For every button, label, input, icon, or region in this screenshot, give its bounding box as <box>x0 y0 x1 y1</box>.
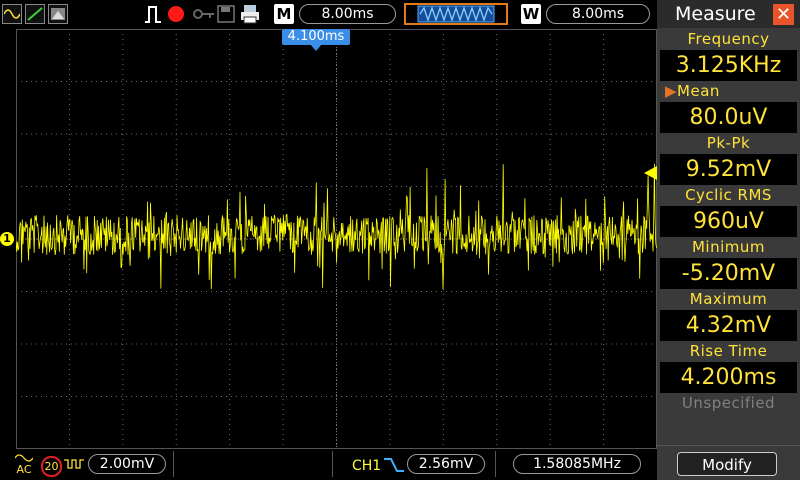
measure-value-mean[interactable]: 80.0uV <box>660 102 797 133</box>
ac-wave-icon <box>14 454 34 462</box>
mean-label-text: Mean <box>677 82 720 100</box>
measure-label-frequency: Frequency <box>687 30 770 48</box>
measure-value-pkpk[interactable]: 9.52mV <box>660 154 797 185</box>
close-icon[interactable]: ✕ <box>773 4 794 25</box>
top-toolbar: M 8.00ms W 8.00ms <box>0 0 657 29</box>
status-bar: AC 20 2.00mV CH1 2.56mV 1.58085MHz <box>0 449 657 480</box>
measure-label-mean: ▶Mean <box>665 82 800 100</box>
window-value[interactable]: 8.00ms <box>546 4 650 24</box>
key-icon <box>193 9 214 19</box>
bandwidth-limit-value: 20 <box>44 460 59 473</box>
scope-graticule <box>16 29 657 449</box>
trigger-level[interactable]: 2.56mV <box>407 454 485 474</box>
measure-value-maximum[interactable]: 4.32mV <box>660 310 797 341</box>
frequency-counter: 1.58085MHz <box>513 454 641 474</box>
pulse-icon[interactable] <box>144 4 162 24</box>
measure-value-minimum[interactable]: -5.20mV <box>660 258 797 289</box>
measure-label-minimum: Minimum <box>691 238 765 256</box>
divider <box>173 451 174 477</box>
bandwidth-limit-badge[interactable]: 20 <box>41 456 62 477</box>
measure-label-maximum: Maximum <box>689 290 768 308</box>
measure-value-rise-time[interactable]: 4.200ms <box>660 362 797 393</box>
measure-panel-header: Measure ✕ <box>657 0 800 28</box>
coupling-label: AC <box>16 463 32 476</box>
measure-label-cyclic-rms: Cyclic RMS <box>685 186 772 204</box>
trigger-arrow-icon <box>310 44 322 51</box>
invert-pulse-icon <box>64 459 84 469</box>
waveform-display[interactable]: 4.100ms <box>16 29 657 449</box>
timebase-label: M <box>274 4 294 24</box>
record-icon[interactable] <box>166 4 186 24</box>
measure-panel: Measure ✕ Frequency 3.125KHz ▶Mean 80.0u… <box>657 0 800 480</box>
window-label: W <box>521 4 541 24</box>
trigger-position-marker[interactable]: 4.100ms <box>282 29 350 45</box>
measure-label-rise-time: Rise Time <box>689 342 768 360</box>
measure-value-frequency[interactable]: 3.125KHz <box>660 50 797 81</box>
measure-value-cyclic-rms[interactable]: 960uV <box>660 206 797 237</box>
falling-edge-icon[interactable] <box>384 457 404 473</box>
coupling-indicator[interactable]: AC <box>14 453 34 475</box>
ramp-icon[interactable] <box>25 4 45 24</box>
measure-unspecified[interactable]: Unspecified <box>657 394 800 412</box>
measure-label-pkpk: Pk-Pk <box>706 134 751 152</box>
timebase-value[interactable]: 8.00ms <box>299 4 396 24</box>
floppy-icon[interactable] <box>217 4 235 24</box>
channel-1-marker[interactable]: 1 <box>0 232 14 246</box>
image-icon[interactable] <box>48 4 68 24</box>
ch1-scale[interactable]: 2.00mV <box>88 454 166 474</box>
printer-icon[interactable] <box>240 4 260 24</box>
memory-window-indicator[interactable] <box>404 3 508 25</box>
divider <box>495 451 496 477</box>
display-mode-icons <box>2 4 86 24</box>
divider <box>657 445 800 446</box>
divider <box>332 451 333 477</box>
sine-wave-icon[interactable] <box>2 4 22 24</box>
modify-button[interactable]: Modify <box>677 452 777 476</box>
measure-title: Measure <box>675 3 756 25</box>
selected-arrow-icon: ▶ <box>665 82 678 100</box>
trigger-source[interactable]: CH1 <box>352 458 381 474</box>
trigger-level-arrow-icon[interactable] <box>644 166 657 180</box>
